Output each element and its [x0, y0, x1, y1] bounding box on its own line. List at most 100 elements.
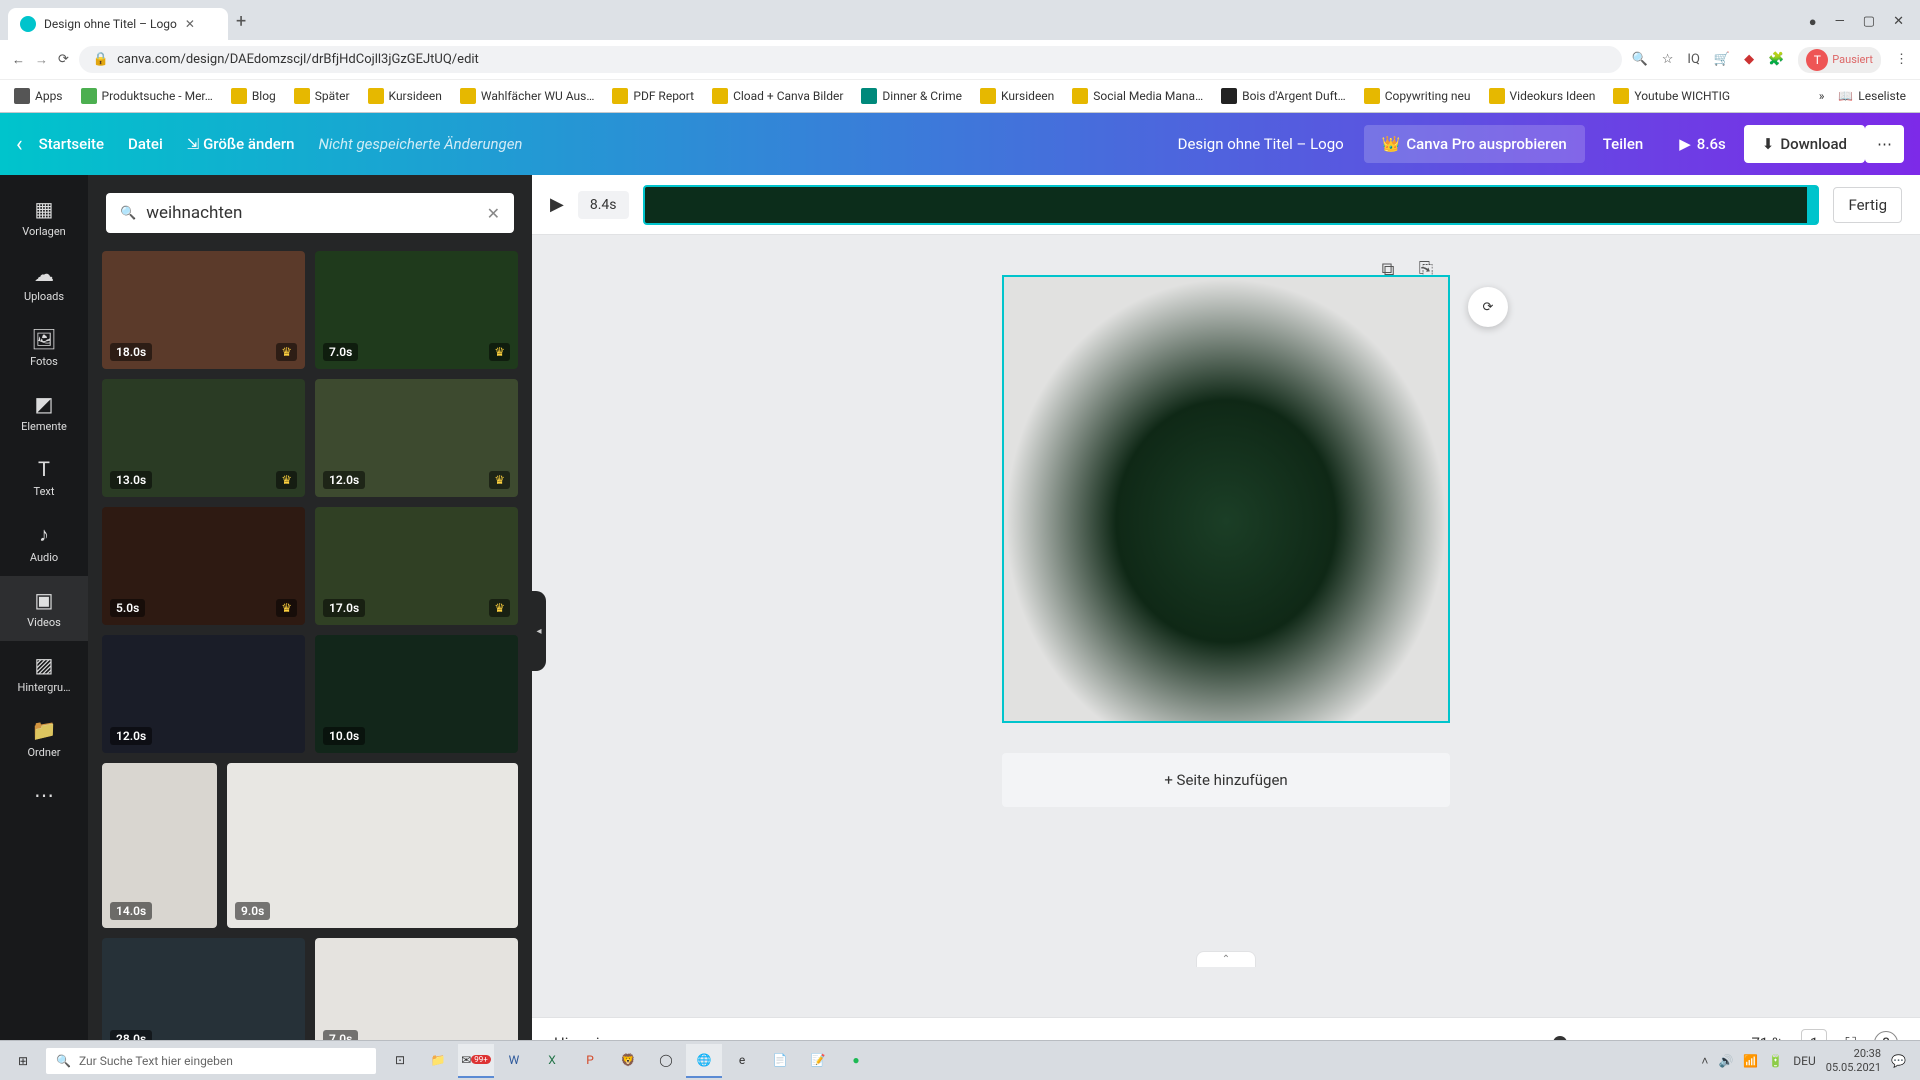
- rail-videos[interactable]: ▣Videos: [0, 576, 88, 641]
- bookmark-item[interactable]: Social Media Mana…: [1072, 88, 1203, 104]
- sync-pause-badge[interactable]: T Pausiert: [1798, 47, 1881, 73]
- reading-list-button[interactable]: 📖Leseliste: [1838, 89, 1906, 103]
- bookmarks-overflow-icon[interactable]: »: [1819, 89, 1825, 103]
- search-box[interactable]: 🔍 ✕: [106, 193, 514, 233]
- document-title[interactable]: Design ohne Titel – Logo: [1178, 135, 1344, 153]
- bookmark-item[interactable]: Kursideen: [368, 88, 442, 104]
- obs-icon[interactable]: ◯: [648, 1044, 684, 1078]
- extension-abp-icon[interactable]: ◆: [1744, 52, 1754, 67]
- file-menu[interactable]: Datei: [128, 135, 163, 153]
- timeline-trim-handle[interactable]: [1807, 187, 1817, 223]
- minimize-icon[interactable]: —: [1835, 14, 1845, 30]
- brave-icon[interactable]: 🦁: [610, 1044, 646, 1078]
- back-icon[interactable]: ←: [12, 52, 25, 68]
- extension-cart-icon[interactable]: 🛒: [1714, 52, 1730, 67]
- video-result-thumb[interactable]: 5.0s♛: [102, 507, 305, 625]
- forward-icon[interactable]: →: [35, 52, 48, 68]
- resize-button[interactable]: ⇲ Größe ändern: [187, 135, 295, 153]
- chrome-icon[interactable]: 🌐: [686, 1044, 722, 1078]
- kebab-menu-icon[interactable]: ⋮: [1895, 52, 1908, 67]
- task-view-icon[interactable]: ⊡: [382, 1044, 418, 1078]
- explorer-icon[interactable]: 📁: [420, 1044, 456, 1078]
- video-result-thumb[interactable]: 7.0s: [315, 938, 518, 1056]
- video-result-thumb[interactable]: 12.0s♛: [315, 379, 518, 497]
- video-result-thumb[interactable]: 17.0s♛: [315, 507, 518, 625]
- tray-language[interactable]: DEU: [1793, 1054, 1815, 1068]
- video-result-thumb[interactable]: 12.0s: [102, 635, 305, 753]
- download-button[interactable]: ⬇Download: [1744, 125, 1865, 163]
- more-menu-button[interactable]: ⋯: [1865, 125, 1904, 163]
- close-window-icon[interactable]: ✕: [1893, 14, 1904, 30]
- extensions-icon[interactable]: 🧩: [1768, 52, 1784, 67]
- bookmark-item[interactable]: Wahlfächer WU Aus…: [460, 88, 595, 104]
- refresh-element-button[interactable]: ⟳: [1468, 287, 1508, 327]
- rail-folders[interactable]: 📁Ordner: [0, 706, 88, 771]
- word-icon[interactable]: W: [496, 1044, 532, 1078]
- editor-viewport[interactable]: ⧉ ⎘ ⟳ + Seite hinzufügen ⌃: [532, 235, 1920, 1017]
- video-result-thumb[interactable]: 14.0s: [102, 763, 217, 928]
- close-tab-icon[interactable]: ✕: [185, 17, 195, 31]
- tray-clock[interactable]: 20:3805.05.2021: [1826, 1047, 1881, 1073]
- clear-search-icon[interactable]: ✕: [487, 204, 500, 223]
- share-button[interactable]: Teilen: [1585, 125, 1662, 163]
- bookmark-item[interactable]: PDF Report: [612, 88, 694, 104]
- rail-photos[interactable]: 🖼Fotos: [0, 315, 88, 380]
- video-result-thumb[interactable]: 7.0s♛: [315, 251, 518, 369]
- iq-icon[interactable]: IQ: [1687, 52, 1699, 67]
- bookmark-item[interactable]: Produktsuche - Mer…: [81, 88, 213, 104]
- bookmark-item[interactable]: Blog: [231, 88, 276, 104]
- rail-templates[interactable]: ▦Vorlagen: [0, 185, 88, 250]
- header-back-icon[interactable]: ‹: [16, 132, 23, 157]
- spotify-icon[interactable]: ●: [838, 1044, 874, 1078]
- bookmark-item[interactable]: Bois d'Argent Duft…: [1221, 88, 1346, 104]
- video-result-thumb[interactable]: 10.0s: [315, 635, 518, 753]
- tray-wifi-icon[interactable]: 📶: [1743, 1054, 1758, 1068]
- timeline-clip[interactable]: [643, 185, 1820, 225]
- bookmark-item[interactable]: Später: [294, 88, 350, 104]
- video-result-thumb[interactable]: 9.0s: [227, 763, 518, 928]
- add-page-button[interactable]: + Seite hinzufügen: [1002, 753, 1450, 807]
- tray-volume-icon[interactable]: 🔊: [1718, 1054, 1733, 1068]
- apps-shortcut[interactable]: Apps: [14, 88, 63, 104]
- tray-battery-icon[interactable]: 🔋: [1768, 1054, 1783, 1068]
- taskbar-search[interactable]: 🔍Zur Suche Text hier eingeben: [46, 1048, 376, 1074]
- rail-uploads[interactable]: ☁Uploads: [0, 250, 88, 315]
- mail-icon[interactable]: ✉99+: [458, 1044, 494, 1078]
- notepad-icon[interactable]: 📝: [800, 1044, 836, 1078]
- star-icon[interactable]: ☆: [1662, 52, 1674, 67]
- home-link[interactable]: Startseite: [39, 135, 104, 153]
- url-input[interactable]: 🔒 canva.com/design/DAEdomzscjl/drBfjHdCo…: [79, 46, 1622, 73]
- bookmark-item[interactable]: Kursideen: [980, 88, 1054, 104]
- bookmark-item[interactable]: Videokurs Ideen: [1489, 88, 1596, 104]
- video-result-thumb[interactable]: 18.0s♛: [102, 251, 305, 369]
- video-result-thumb[interactable]: 28.0s: [102, 938, 305, 1056]
- rail-more[interactable]: ⋯: [0, 771, 88, 819]
- tray-notifications-icon[interactable]: 💬: [1891, 1054, 1906, 1068]
- bookmark-item[interactable]: Copywriting neu: [1364, 88, 1471, 104]
- tray-chevron-icon[interactable]: ˄: [1701, 1054, 1708, 1068]
- powerpoint-icon[interactable]: P: [572, 1044, 608, 1078]
- zoom-lens-icon[interactable]: 🔍: [1632, 52, 1648, 67]
- search-input[interactable]: [146, 203, 476, 223]
- reader-icon[interactable]: 📄: [762, 1044, 798, 1078]
- edge-icon[interactable]: e: [724, 1044, 760, 1078]
- design-canvas[interactable]: ⟳: [1002, 275, 1450, 723]
- timeline-play-icon[interactable]: ▶: [550, 194, 564, 215]
- excel-icon[interactable]: X: [534, 1044, 570, 1078]
- rail-text[interactable]: TText: [0, 445, 88, 510]
- bookmark-item[interactable]: Youtube WICHTIG: [1613, 88, 1730, 104]
- done-button[interactable]: Fertig: [1833, 187, 1902, 223]
- present-button[interactable]: ▶8.6s: [1661, 125, 1744, 163]
- bookmark-item[interactable]: Dinner & Crime: [861, 88, 962, 104]
- rail-background[interactable]: ▨Hintergru…: [0, 641, 88, 706]
- browser-tab[interactable]: Design ohne Titel – Logo ✕: [8, 8, 228, 40]
- rail-elements[interactable]: ◩Elemente: [0, 380, 88, 445]
- maximize-icon[interactable]: ▢: [1863, 14, 1875, 30]
- notes-handle[interactable]: ⌃: [1196, 951, 1256, 967]
- bookmark-item[interactable]: Cload + Canva Bilder: [712, 88, 843, 104]
- account-dot-icon[interactable]: ●: [1809, 14, 1817, 30]
- reload-icon[interactable]: ⟳: [58, 52, 69, 67]
- try-pro-button[interactable]: 👑Canva Pro ausprobieren: [1364, 125, 1585, 163]
- start-button[interactable]: ⊞: [6, 1044, 40, 1078]
- video-result-thumb[interactable]: 13.0s♛: [102, 379, 305, 497]
